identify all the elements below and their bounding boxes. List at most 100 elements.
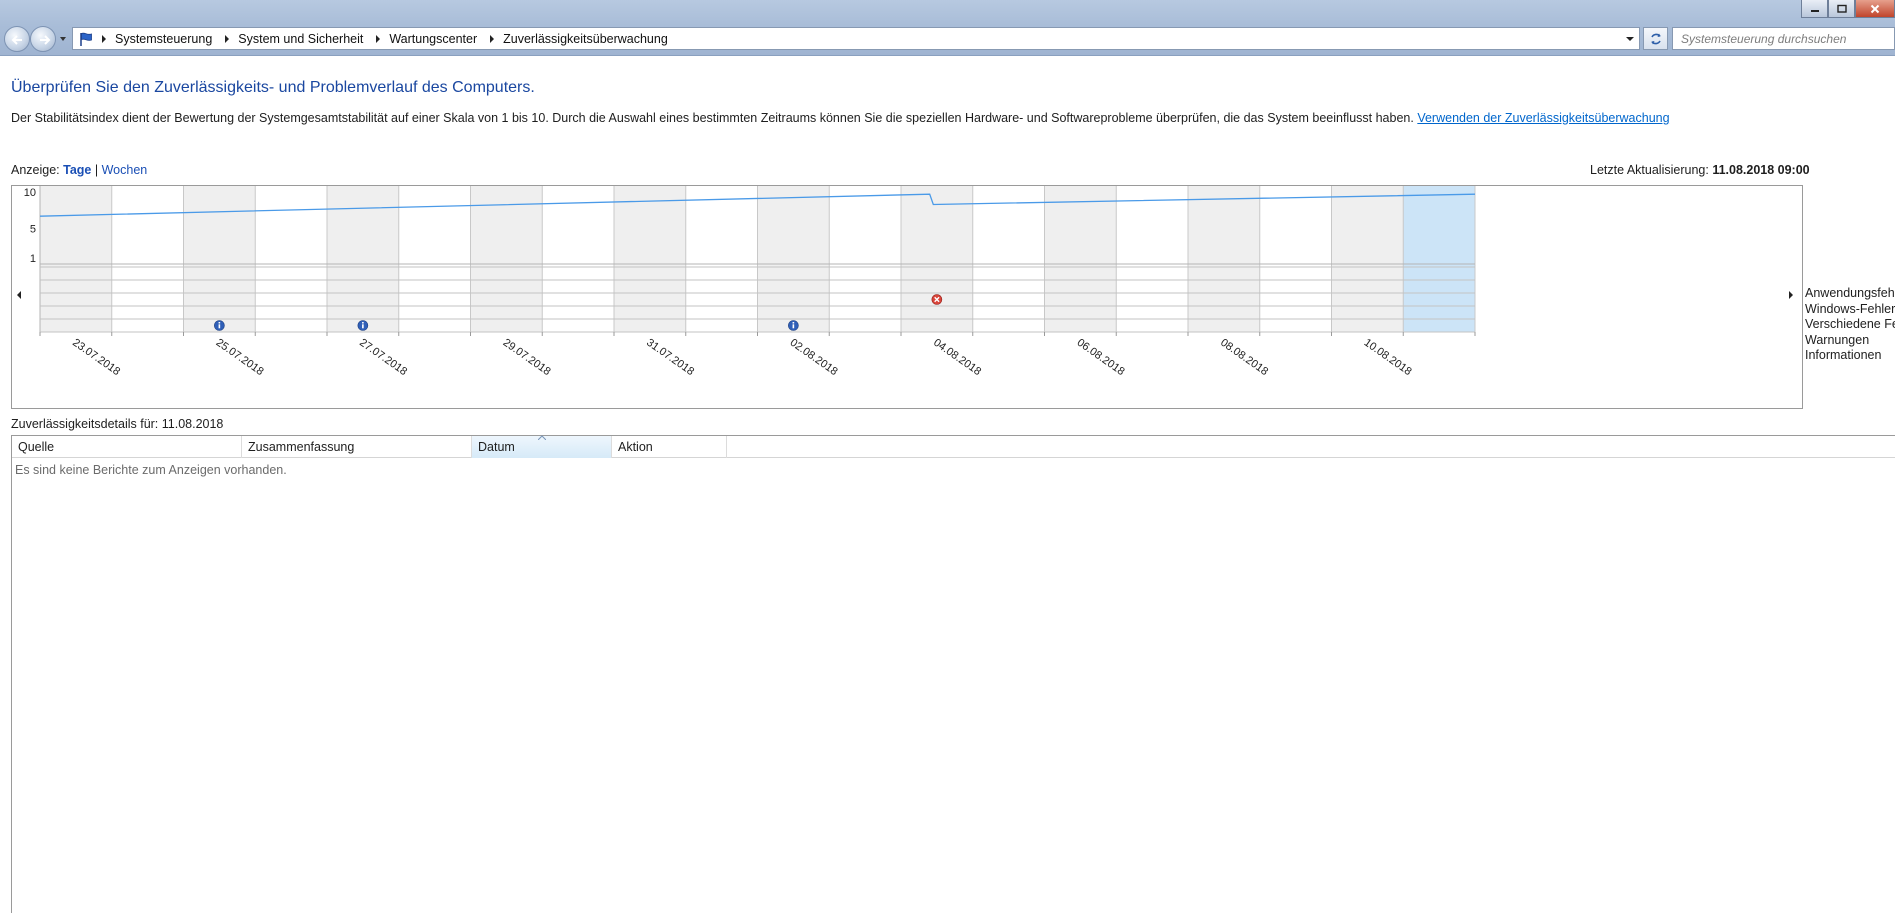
day-column[interactable] bbox=[1403, 186, 1475, 332]
breadcrumb-label[interactable]: Systemsteuerung bbox=[111, 32, 220, 46]
legend-misc-errors: Verschiedene Fehler bbox=[1805, 317, 1895, 331]
last-update-value: 11.08.2018 09:00 bbox=[1712, 163, 1810, 177]
day-column[interactable] bbox=[1188, 186, 1260, 332]
error-event-icon[interactable] bbox=[931, 294, 943, 305]
y-tick-label: 1 bbox=[30, 253, 36, 265]
column-header-date[interactable]: Datum bbox=[472, 435, 612, 458]
x-tick-label: 31.07.2018 bbox=[644, 337, 696, 378]
breadcrumb-item[interactable]: System und Sicherheit bbox=[220, 28, 371, 49]
page-title: Überprüfen Sie den Zuverlässigkeits- und… bbox=[11, 79, 535, 96]
day-column[interactable] bbox=[1331, 186, 1404, 332]
breadcrumb-item[interactable]: Zuverlässigkeitsüberwachung bbox=[485, 28, 676, 49]
info-icon-dot bbox=[792, 322, 795, 324]
day-column[interactable] bbox=[829, 186, 901, 332]
x-tick-label: 04.08.2018 bbox=[931, 337, 983, 378]
day-column[interactable] bbox=[40, 186, 112, 332]
restore-icon bbox=[1836, 4, 1847, 13]
info-icon-stem bbox=[792, 324, 795, 329]
breadcrumb-item[interactable]: Systemsteuerung bbox=[97, 28, 220, 49]
day-column[interactable] bbox=[111, 186, 184, 332]
x-tick-label: 02.08.2018 bbox=[788, 337, 840, 378]
breadcrumb-item[interactable]: Wartungscenter bbox=[371, 28, 485, 49]
x-tick-label: 29.07.2018 bbox=[501, 337, 553, 378]
view-weeks-link[interactable]: Wochen bbox=[102, 163, 148, 177]
info-icon-dot bbox=[218, 322, 221, 324]
x-tick-label: 10.08.2018 bbox=[1362, 337, 1414, 378]
legend-windows-errors: Windows-Fehler bbox=[1805, 301, 1895, 316]
reliability-chart[interactable]: 10 5 1 23.07.2018 25.07.2018 27.07.2018 29.07… bbox=[11, 185, 1803, 409]
info-icon-stem bbox=[362, 324, 364, 329]
breadcrumb-label[interactable]: System und Sicherheit bbox=[234, 32, 371, 46]
info-event-icon[interactable] bbox=[214, 320, 225, 331]
details-table: Quelle Zusammenfassung Datum Aktion Es s… bbox=[11, 435, 1895, 913]
column-header-source[interactable]: Quelle bbox=[12, 436, 242, 458]
x-tick-label: 25.07.2018 bbox=[214, 337, 266, 378]
recent-pages-dropdown-icon[interactable] bbox=[58, 34, 68, 44]
column-header-date-label: Datum bbox=[478, 440, 515, 454]
refresh-icon bbox=[1650, 33, 1661, 44]
day-column[interactable] bbox=[757, 186, 830, 332]
view-separator: | bbox=[94, 163, 99, 177]
y-tick-label: 5 bbox=[30, 224, 36, 236]
day-column[interactable] bbox=[685, 186, 758, 332]
arrow-left-icon bbox=[11, 35, 22, 45]
close-button[interactable] bbox=[1855, 0, 1895, 18]
action-center-flag-icon bbox=[75, 30, 97, 48]
column-header-summary[interactable]: Zusammenfassung bbox=[242, 436, 472, 458]
info-event-icon[interactable] bbox=[357, 320, 369, 331]
day-column[interactable] bbox=[183, 186, 256, 332]
x-tick-label: 08.08.2018 bbox=[1218, 337, 1270, 378]
chevron-right-icon[interactable] bbox=[485, 34, 499, 43]
intro-description: Der Stabilitätsindex dient der Bewertung… bbox=[11, 111, 1414, 125]
chevron-right-icon[interactable] bbox=[220, 34, 234, 43]
address-history-dropdown-icon[interactable] bbox=[1625, 35, 1635, 43]
view-days-link[interactable]: Tage bbox=[63, 163, 91, 177]
chevron-right-icon[interactable] bbox=[97, 34, 111, 43]
info-icon-stem bbox=[218, 324, 221, 329]
sort-ascending-icon bbox=[538, 435, 546, 440]
day-column[interactable] bbox=[1044, 186, 1117, 332]
column-header-action[interactable]: Aktion bbox=[612, 436, 727, 458]
chart-scroll-left-icon[interactable] bbox=[16, 291, 22, 299]
day-column[interactable] bbox=[972, 186, 1045, 332]
day-column[interactable] bbox=[1259, 186, 1332, 332]
x-tick-label: 27.07.2018 bbox=[357, 337, 409, 378]
search-input[interactable]: Systemsteuerung durchsuchen bbox=[1672, 27, 1895, 50]
legend-warnings: Warnungen bbox=[1805, 332, 1870, 347]
day-column[interactable] bbox=[398, 186, 471, 332]
reliability-chart-svg[interactable]: 10 5 1 23.07.2018 25.07.2018 27.07.2018 29.07… bbox=[12, 186, 1802, 408]
day-column[interactable] bbox=[542, 186, 614, 332]
empty-list-message: Es sind keine Berichte zum Anzeigen vorh… bbox=[15, 463, 287, 477]
y-tick-label: 10 bbox=[24, 187, 36, 199]
details-label: Zuverlässigkeitsdetails für: 11.08.2018 bbox=[11, 417, 224, 431]
info-event-icon[interactable] bbox=[788, 320, 799, 331]
minimize-button[interactable] bbox=[1801, 0, 1828, 18]
address-bar[interactable]: Systemsteuerung System und Sicherheit Wa… bbox=[72, 27, 1640, 50]
view-switcher: Anzeige: Tage | Wochen bbox=[11, 163, 147, 177]
help-link[interactable]: Verwenden der Zuverlässigkeitsüberwachun… bbox=[1417, 111, 1669, 125]
chart-legend: Anwendungsfehler Windows-Fehler Verschie… bbox=[1805, 286, 1895, 364]
day-column[interactable] bbox=[1116, 186, 1188, 332]
chart-scroll-right-icon[interactable] bbox=[1788, 291, 1794, 299]
breadcrumb-label[interactable]: Wartungscenter bbox=[385, 32, 485, 46]
x-tick-label: 06.08.2018 bbox=[1075, 337, 1127, 378]
table-header: Quelle Zusammenfassung Datum Aktion bbox=[12, 435, 1895, 458]
window-titlebar: Systemsteuerung System und Sicherheit Wa… bbox=[0, 0, 1895, 56]
day-column[interactable] bbox=[255, 186, 327, 332]
breadcrumb-label[interactable]: Zuverlässigkeitsüberwachung bbox=[499, 32, 676, 46]
view-label: Anzeige: bbox=[11, 163, 60, 177]
day-column[interactable] bbox=[470, 186, 543, 332]
back-button[interactable] bbox=[4, 26, 30, 52]
refresh-button[interactable] bbox=[1643, 27, 1668, 50]
day-column[interactable] bbox=[901, 186, 973, 332]
info-icon-dot bbox=[362, 322, 364, 324]
maximize-button[interactable] bbox=[1828, 0, 1855, 18]
legend-app-errors: Anwendungsfehler bbox=[1805, 286, 1895, 300]
minimize-icon bbox=[1810, 9, 1819, 12]
x-tick-label: 23.07.2018 bbox=[70, 337, 122, 378]
forward-button[interactable] bbox=[30, 26, 56, 52]
chevron-right-icon[interactable] bbox=[371, 34, 385, 43]
day-column[interactable] bbox=[614, 186, 686, 332]
legend-information: Informationen bbox=[1805, 348, 1882, 362]
last-update: Letzte Aktualisierung: 11.08.2018 09:00 bbox=[1590, 163, 1810, 177]
